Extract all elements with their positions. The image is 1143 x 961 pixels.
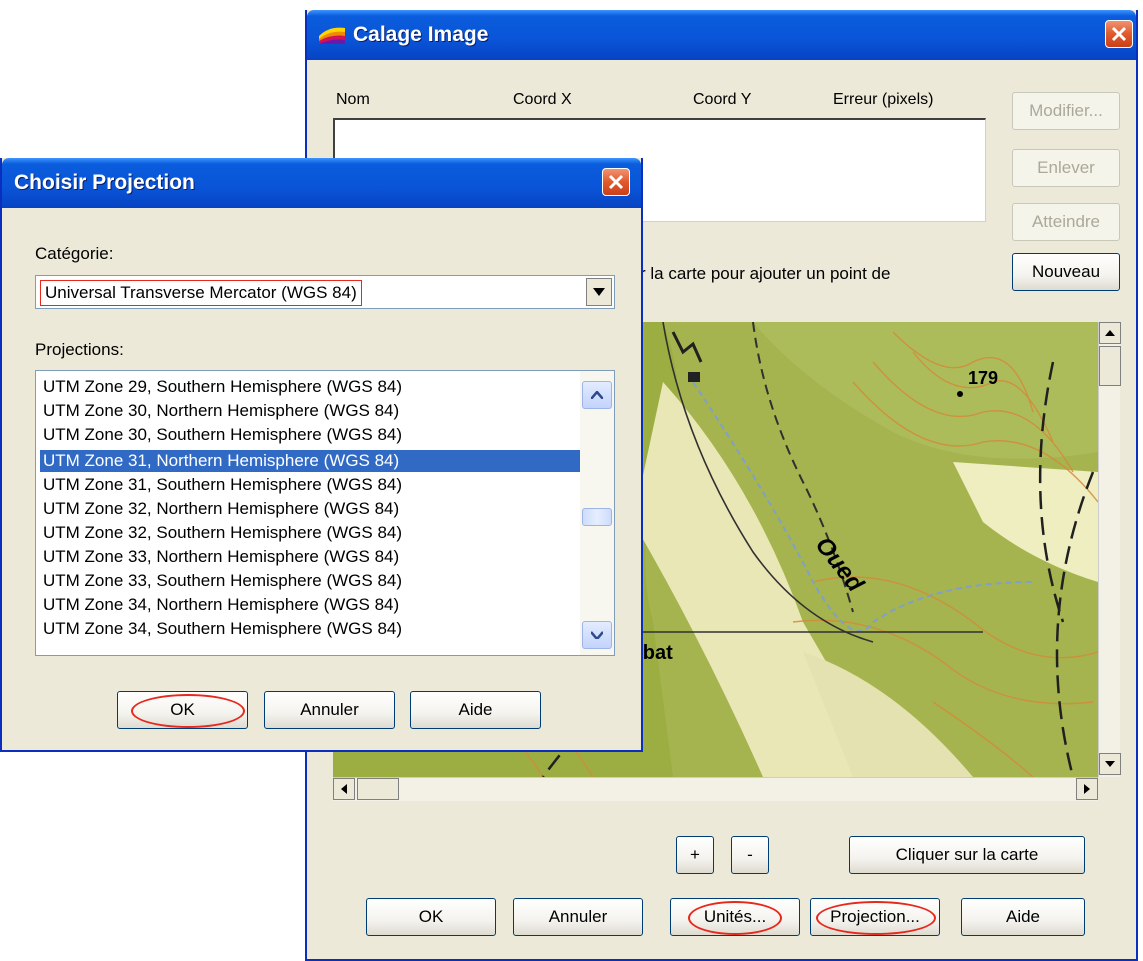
list-item[interactable]: UTM Zone 32, Southern Hemisphere (WGS 84… <box>40 522 580 544</box>
close-icon <box>608 174 624 190</box>
help-button[interactable]: Aide <box>961 898 1085 936</box>
window-title: Calage Image <box>353 23 489 46</box>
list-scroll-down-button[interactable] <box>582 621 612 649</box>
list-item[interactable]: UTM Zone 29, Southern Hemisphere (WGS 84… <box>40 376 580 398</box>
map-elevation-label: 179 <box>968 368 999 388</box>
column-header-nom: Nom <box>336 91 370 108</box>
units-button[interactable]: Unités... <box>670 898 800 936</box>
category-selected-value: Universal Transverse Mercator (WGS 84) <box>40 280 362 306</box>
column-header-coord-x: Coord X <box>513 91 572 108</box>
atteindre-button[interactable]: Atteindre <box>1012 203 1120 241</box>
arrow-right-icon <box>1084 784 1090 794</box>
list-item[interactable]: UTM Zone 31, Southern Hemisphere (WGS 84… <box>40 474 580 496</box>
scroll-right-button[interactable] <box>1076 778 1098 800</box>
scroll-down-button[interactable] <box>1099 753 1121 775</box>
category-label: Catégorie: <box>35 244 114 263</box>
category-combo[interactable]: Universal Transverse Mercator (WGS 84) <box>35 275 615 309</box>
close-button[interactable] <box>1105 20 1133 48</box>
enlever-button[interactable]: Enlever <box>1012 149 1120 187</box>
dialog-help-button[interactable]: Aide <box>410 691 541 729</box>
list-item[interactable]: UTM Zone 30, Northern Hemisphere (WGS 84… <box>40 400 580 422</box>
list-scroll-thumb[interactable] <box>582 508 612 526</box>
list-item[interactable]: UTM Zone 32, Northern Hemisphere (WGS 84… <box>40 498 580 520</box>
arrow-up-icon <box>1105 330 1115 336</box>
list-item[interactable]: UTM Zone 33, Northern Hemisphere (WGS 84… <box>40 546 580 568</box>
instruction-text: r la carte pour ajouter un point de <box>640 264 891 283</box>
map-horizontal-thumb[interactable] <box>357 778 399 800</box>
chevron-down-icon <box>591 631 603 639</box>
dialog-ok-button[interactable]: OK <box>117 691 248 729</box>
dialog-close-button[interactable] <box>602 168 630 196</box>
nouveau-button[interactable]: Nouveau <box>1012 253 1120 291</box>
projections-scrollbar[interactable] <box>580 371 614 655</box>
list-item[interactable]: UTM Zone 30, Southern Hemisphere (WGS 84… <box>40 424 580 446</box>
scroll-up-button[interactable] <box>1099 322 1121 344</box>
list-item[interactable]: UTM Zone 34, Southern Hemisphere (WGS 84… <box>40 618 580 640</box>
column-header-coord-y: Coord Y <box>693 91 752 108</box>
dialog-cancel-button[interactable]: Annuler <box>264 691 395 729</box>
projections-label: Projections: <box>35 340 124 359</box>
chevron-up-icon <box>591 391 603 399</box>
map-vertical-scrollbar[interactable] <box>1098 322 1121 777</box>
cancel-button[interactable]: Annuler <box>513 898 643 936</box>
list-scroll-up-button[interactable] <box>582 381 612 409</box>
arrow-left-icon <box>341 784 347 794</box>
list-item-selected[interactable]: UTM Zone 31, Northern Hemisphere (WGS 84… <box>40 450 580 472</box>
arrow-down-icon <box>1105 761 1115 767</box>
projection-button[interactable]: Projection... <box>810 898 940 936</box>
click-map-button[interactable]: Cliquer sur la carte <box>849 836 1085 874</box>
column-header-erreur: Erreur (pixels) <box>833 91 934 108</box>
chevron-down-icon <box>593 288 605 296</box>
scroll-left-button[interactable] <box>333 778 355 800</box>
close-icon <box>1111 26 1127 42</box>
modifier-button[interactable]: Modifier... <box>1012 92 1120 130</box>
map-vertical-thumb[interactable] <box>1099 346 1121 386</box>
app-icon <box>317 24 347 46</box>
projections-listbox[interactable]: UTM Zone 29, Southern Hemisphere (WGS 84… <box>35 370 615 656</box>
dialog-title: Choisir Projection <box>14 171 195 194</box>
list-item[interactable]: UTM Zone 34, Northern Hemisphere (WGS 84… <box>40 594 580 616</box>
ok-button[interactable]: OK <box>366 898 496 936</box>
map-horizontal-scrollbar[interactable] <box>333 777 1098 801</box>
list-item[interactable]: UTM Zone 33, Southern Hemisphere (WGS 84… <box>40 570 580 592</box>
calage-titlebar[interactable]: Calage Image <box>307 10 1136 60</box>
zoom-in-button[interactable]: + <box>676 836 714 874</box>
combo-dropdown-button[interactable] <box>586 278 612 306</box>
choisir-titlebar[interactable]: Choisir Projection <box>2 158 641 208</box>
zoom-out-button[interactable]: - <box>731 836 769 874</box>
